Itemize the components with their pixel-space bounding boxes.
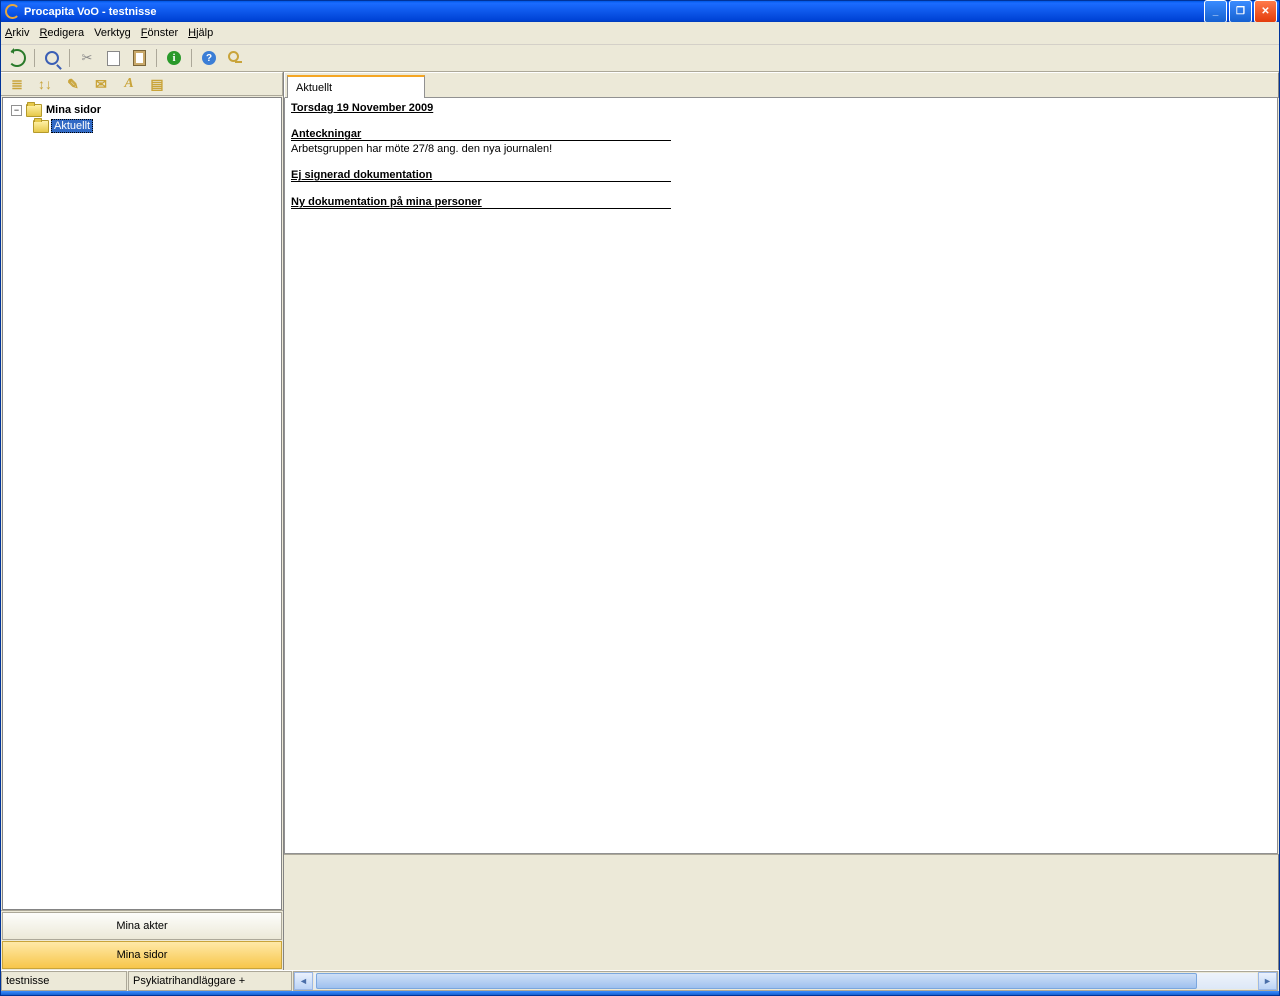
titlebar: Procapita VoO - testnisse _ ❐ ✕ xyxy=(1,1,1279,22)
menu-fonster[interactable]: Fönster xyxy=(141,27,178,39)
menu-verktyg[interactable]: Verktyg xyxy=(94,27,131,39)
app-icon xyxy=(5,4,20,19)
note-icon: ✎ xyxy=(67,76,79,93)
tab-aktuellt[interactable]: Aktuellt xyxy=(287,75,425,98)
app-window: Procapita VoO - testnisse _ ❐ ✕ Arkiv Re… xyxy=(0,0,1280,996)
stack-buttons: Mina akter Mina sidor xyxy=(1,910,283,970)
date-heading: Torsdag 19 November 2009 xyxy=(291,102,1271,114)
folder-icon xyxy=(33,120,49,133)
mina-sidor-button[interactable]: Mina sidor xyxy=(2,941,282,969)
taskbar-edge xyxy=(1,991,1279,995)
search-icon xyxy=(45,51,59,65)
separator xyxy=(69,49,70,67)
lt-btn-1[interactable]: ≣ xyxy=(5,72,29,96)
lt-btn-5[interactable]: A xyxy=(117,72,141,96)
cut-button[interactable]: ✂ xyxy=(75,46,99,70)
key-icon xyxy=(228,51,242,65)
search-button[interactable] xyxy=(40,46,64,70)
lt-btn-6[interactable]: ▤ xyxy=(145,72,169,96)
separator xyxy=(156,49,157,67)
list-icon: ≣ xyxy=(11,76,23,93)
key-button[interactable] xyxy=(223,46,247,70)
status-role: Psykiatrihandläggare + xyxy=(128,971,292,991)
separator xyxy=(191,49,192,67)
lower-right-pane xyxy=(284,854,1279,970)
lt-btn-3[interactable]: ✎ xyxy=(61,72,85,96)
folder-icon xyxy=(26,104,42,117)
copy-button[interactable] xyxy=(101,46,125,70)
lt-btn-4[interactable]: ✉ xyxy=(89,72,113,96)
ejsignerad-heading: Ej signerad dokumentation xyxy=(291,169,671,182)
nydokumentation-heading: Ny dokumentation på mina personer xyxy=(291,196,671,209)
tree-view[interactable]: − Mina sidor Aktuellt xyxy=(2,97,282,910)
scroll-track[interactable] xyxy=(314,973,1257,989)
paste-button[interactable] xyxy=(127,46,151,70)
menu-arkiv[interactable]: Arkiv xyxy=(5,27,29,39)
help-icon: ? xyxy=(202,51,216,65)
window-title: Procapita VoO - testnisse xyxy=(24,6,1204,18)
statusbar: testnisse Psykiatrihandläggare + ◄ ► xyxy=(1,970,1279,991)
mail-icon: ✉ xyxy=(95,76,107,93)
maximize-button[interactable]: ❐ xyxy=(1229,0,1252,23)
separator xyxy=(34,49,35,67)
copy-icon xyxy=(107,51,120,66)
card-icon: ▤ xyxy=(150,76,163,93)
scroll-left-button[interactable]: ◄ xyxy=(294,972,313,990)
anteckningar-text: Arbetsgruppen har möte 27/8 ang. den nya… xyxy=(291,143,1271,155)
right-panel: Aktuellt Torsdag 19 November 2009 Anteck… xyxy=(284,72,1279,970)
left-toolbar: ≣ ↕↓ ✎ ✉ A ▤ xyxy=(1,72,283,96)
cut-icon: ✂ xyxy=(82,50,93,66)
menubar: Arkiv Redigera Verktyg Fönster Hjälp xyxy=(1,22,1279,45)
menu-hjalp[interactable]: Hjälp xyxy=(188,27,213,39)
info-icon: i xyxy=(167,51,181,65)
info-button[interactable]: i xyxy=(162,46,186,70)
refresh-icon xyxy=(8,49,26,67)
tabstrip: Aktuellt xyxy=(284,72,1279,98)
status-user: testnisse xyxy=(1,971,127,991)
tree-child-row[interactable]: Aktuellt xyxy=(5,118,279,134)
content-area: Torsdag 19 November 2009 Anteckningar Ar… xyxy=(284,98,1278,854)
collapse-icon[interactable]: − xyxy=(11,105,22,116)
close-button[interactable]: ✕ xyxy=(1254,0,1277,23)
left-panel: ≣ ↕↓ ✎ ✉ A ▤ − Mina sidor Aktuellt M xyxy=(1,72,284,970)
refresh-button[interactable] xyxy=(5,46,29,70)
paste-icon xyxy=(133,50,146,66)
tree-child-label: Aktuellt xyxy=(51,119,93,133)
scroll-thumb[interactable] xyxy=(316,973,1197,989)
sliders-icon: ↕↓ xyxy=(38,76,52,92)
anteckningar-heading: Anteckningar xyxy=(291,128,671,141)
mina-akter-button[interactable]: Mina akter xyxy=(2,912,282,940)
font-icon: A xyxy=(124,76,133,92)
tree-root-label: Mina sidor xyxy=(44,104,103,116)
minimize-button[interactable]: _ xyxy=(1204,0,1227,23)
tree-root-row[interactable]: − Mina sidor xyxy=(5,102,279,118)
body: ≣ ↕↓ ✎ ✉ A ▤ − Mina sidor Aktuellt M xyxy=(1,72,1279,970)
help-button[interactable]: ? xyxy=(197,46,221,70)
lt-btn-2[interactable]: ↕↓ xyxy=(33,72,57,96)
scroll-right-button[interactable]: ► xyxy=(1258,972,1277,990)
menu-redigera[interactable]: Redigera xyxy=(39,27,84,39)
horizontal-scrollbar[interactable]: ◄ ► xyxy=(293,971,1278,991)
toolbar: ✂ i ? xyxy=(1,45,1279,72)
